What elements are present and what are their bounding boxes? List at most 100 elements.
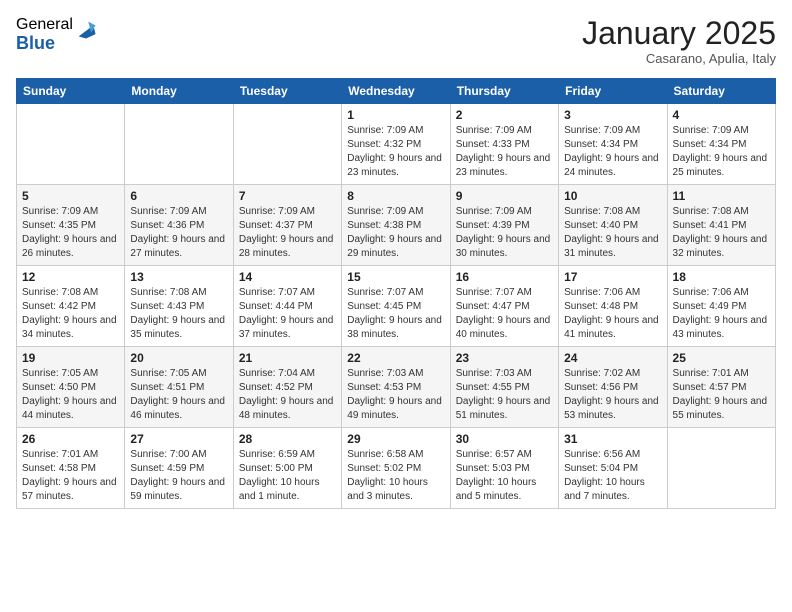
calendar-cell: 12 Sunrise: 7:08 AM Sunset: 4:42 PM Dayli… — [17, 266, 125, 347]
calendar-cell: 5Sunrise: 7:09 AM Sunset: 4:35 PM Daylig… — [17, 185, 125, 266]
calendar-cell: 30 Sunrise: 6:57 AM Sunset: 5:03 PM Dayli… — [450, 428, 558, 509]
day-number: 13 — [130, 270, 227, 284]
calendar-week-4: 19Sunrise: 7:05 AM Sunset: 4:50 PM Dayli… — [17, 347, 776, 428]
title-area: January 2025 Casarano, Apulia, Italy — [582, 16, 776, 66]
calendar-cell: 10 Sunrise: 7:08 AM Sunset: 4:40 PM Dayli… — [559, 185, 667, 266]
day-detail: Sunrise: 7:09 AM Sunset: 4:36 PM Dayligh… — [130, 205, 227, 261]
calendar-cell: 4Sunrise: 7:09 AM Sunset: 4:34 PM Daylig… — [667, 104, 775, 185]
day-detail: Sunrise: 7:01 AM Sunset: 4:57 PM Dayligh… — [673, 367, 770, 423]
calendar-cell: 2 Sunrise: 7:09 AM Sunset: 4:33 PM Daylig… — [450, 104, 558, 185]
day-number: 4 — [673, 108, 770, 122]
col-thursday: Thursday — [450, 79, 558, 104]
col-wednesday: Wednesday — [342, 79, 450, 104]
logo: General Blue — [16, 16, 97, 53]
calendar-header-row: Sunday Monday Tuesday Wednesday Thursday… — [17, 79, 776, 104]
day-detail: Sunrise: 6:58 AM Sunset: 5:02 PM Dayligh… — [347, 448, 444, 504]
day-number: 28 — [239, 432, 336, 446]
calendar-cell: 21Sunrise: 7:04 AM Sunset: 4:52 PM Dayli… — [233, 347, 341, 428]
day-number: 20 — [130, 351, 227, 365]
page-header: General Blue January 2025 Casarano, Apul… — [16, 16, 776, 66]
day-detail: Sunrise: 7:00 AM Sunset: 4:59 PM Dayligh… — [130, 448, 227, 504]
day-number: 8 — [347, 189, 444, 203]
col-sunday: Sunday — [17, 79, 125, 104]
calendar-cell: 14Sunrise: 7:07 AM Sunset: 4:44 PM Dayli… — [233, 266, 341, 347]
day-detail: Sunrise: 7:03 AM Sunset: 4:55 PM Dayligh… — [456, 367, 553, 423]
logo-text: General Blue — [16, 16, 73, 53]
day-detail: Sunrise: 7:09 AM Sunset: 4:34 PM Dayligh… — [564, 124, 661, 180]
day-detail: Sunrise: 7:09 AM Sunset: 4:32 PM Dayligh… — [347, 124, 444, 180]
day-number: 23 — [456, 351, 553, 365]
day-number: 10 — [564, 189, 661, 203]
day-number: 22 — [347, 351, 444, 365]
col-tuesday: Tuesday — [233, 79, 341, 104]
day-number: 3 — [564, 108, 661, 122]
calendar-week-2: 5Sunrise: 7:09 AM Sunset: 4:35 PM Daylig… — [17, 185, 776, 266]
col-saturday: Saturday — [667, 79, 775, 104]
day-detail: Sunrise: 7:09 AM Sunset: 4:39 PM Dayligh… — [456, 205, 553, 261]
day-number: 31 — [564, 432, 661, 446]
calendar-cell — [233, 104, 341, 185]
calendar-page: General Blue January 2025 Casarano, Apul… — [0, 0, 792, 519]
day-detail: Sunrise: 7:08 AM Sunset: 4:40 PM Dayligh… — [564, 205, 661, 261]
calendar-cell: 26 Sunrise: 7:01 AM Sunset: 4:58 PM Dayli… — [17, 428, 125, 509]
calendar-week-3: 12 Sunrise: 7:08 AM Sunset: 4:42 PM Dayli… — [17, 266, 776, 347]
day-number: 29 — [347, 432, 444, 446]
calendar-cell: 23 Sunrise: 7:03 AM Sunset: 4:55 PM Dayli… — [450, 347, 558, 428]
logo-icon — [75, 18, 97, 40]
day-number: 25 — [673, 351, 770, 365]
calendar-cell — [667, 428, 775, 509]
col-monday: Monday — [125, 79, 233, 104]
day-detail: Sunrise: 7:08 AM Sunset: 4:42 PM Dayligh… — [22, 286, 119, 342]
day-number: 12 — [22, 270, 119, 284]
calendar-cell: 8 Sunrise: 7:09 AM Sunset: 4:38 PM Daylig… — [342, 185, 450, 266]
calendar-cell: 9Sunrise: 7:09 AM Sunset: 4:39 PM Daylig… — [450, 185, 558, 266]
calendar-cell: 13 Sunrise: 7:08 AM Sunset: 4:43 PM Dayli… — [125, 266, 233, 347]
calendar-cell: 1 Sunrise: 7:09 AM Sunset: 4:32 PM Daylig… — [342, 104, 450, 185]
day-detail: Sunrise: 6:57 AM Sunset: 5:03 PM Dayligh… — [456, 448, 553, 504]
day-detail: Sunrise: 7:09 AM Sunset: 4:35 PM Dayligh… — [22, 205, 119, 261]
day-detail: Sunrise: 7:06 AM Sunset: 4:48 PM Dayligh… — [564, 286, 661, 342]
day-detail: Sunrise: 7:08 AM Sunset: 4:41 PM Dayligh… — [673, 205, 770, 261]
day-number: 17 — [564, 270, 661, 284]
calendar-cell: 25 Sunrise: 7:01 AM Sunset: 4:57 PM Dayli… — [667, 347, 775, 428]
calendar-cell: 16Sunrise: 7:07 AM Sunset: 4:47 PM Dayli… — [450, 266, 558, 347]
day-detail: Sunrise: 7:09 AM Sunset: 4:38 PM Dayligh… — [347, 205, 444, 261]
month-title: January 2025 — [582, 16, 776, 51]
calendar-cell: 7Sunrise: 7:09 AM Sunset: 4:37 PM Daylig… — [233, 185, 341, 266]
calendar-cell: 17 Sunrise: 7:06 AM Sunset: 4:48 PM Dayli… — [559, 266, 667, 347]
calendar-week-5: 26 Sunrise: 7:01 AM Sunset: 4:58 PM Dayli… — [17, 428, 776, 509]
calendar-cell: 6 Sunrise: 7:09 AM Sunset: 4:36 PM Daylig… — [125, 185, 233, 266]
day-number: 26 — [22, 432, 119, 446]
day-detail: Sunrise: 7:08 AM Sunset: 4:43 PM Dayligh… — [130, 286, 227, 342]
day-detail: Sunrise: 7:01 AM Sunset: 4:58 PM Dayligh… — [22, 448, 119, 504]
calendar-cell: 20 Sunrise: 7:05 AM Sunset: 4:51 PM Dayli… — [125, 347, 233, 428]
calendar-cell: 11 Sunrise: 7:08 AM Sunset: 4:41 PM Dayli… — [667, 185, 775, 266]
day-number: 6 — [130, 189, 227, 203]
day-detail: Sunrise: 7:05 AM Sunset: 4:51 PM Dayligh… — [130, 367, 227, 423]
day-number: 27 — [130, 432, 227, 446]
day-number: 15 — [347, 270, 444, 284]
day-number: 11 — [673, 189, 770, 203]
day-detail: Sunrise: 6:56 AM Sunset: 5:04 PM Dayligh… — [564, 448, 661, 504]
logo-blue: Blue — [16, 34, 73, 54]
col-friday: Friday — [559, 79, 667, 104]
day-detail: Sunrise: 7:07 AM Sunset: 4:44 PM Dayligh… — [239, 286, 336, 342]
day-detail: Sunrise: 7:05 AM Sunset: 4:50 PM Dayligh… — [22, 367, 119, 423]
day-detail: Sunrise: 7:03 AM Sunset: 4:53 PM Dayligh… — [347, 367, 444, 423]
calendar-table: Sunday Monday Tuesday Wednesday Thursday… — [16, 78, 776, 509]
location-subtitle: Casarano, Apulia, Italy — [582, 51, 776, 66]
day-number: 1 — [347, 108, 444, 122]
day-detail: Sunrise: 7:09 AM Sunset: 4:33 PM Dayligh… — [456, 124, 553, 180]
calendar-cell — [125, 104, 233, 185]
calendar-cell: 15Sunrise: 7:07 AM Sunset: 4:45 PM Dayli… — [342, 266, 450, 347]
calendar-cell — [17, 104, 125, 185]
day-detail: Sunrise: 7:07 AM Sunset: 4:47 PM Dayligh… — [456, 286, 553, 342]
day-number: 24 — [564, 351, 661, 365]
day-number: 30 — [456, 432, 553, 446]
day-number: 21 — [239, 351, 336, 365]
day-number: 2 — [456, 108, 553, 122]
day-detail: Sunrise: 7:09 AM Sunset: 4:37 PM Dayligh… — [239, 205, 336, 261]
day-detail: Sunrise: 7:02 AM Sunset: 4:56 PM Dayligh… — [564, 367, 661, 423]
calendar-cell: 24 Sunrise: 7:02 AM Sunset: 4:56 PM Dayli… — [559, 347, 667, 428]
calendar-cell: 29 Sunrise: 6:58 AM Sunset: 5:02 PM Dayli… — [342, 428, 450, 509]
